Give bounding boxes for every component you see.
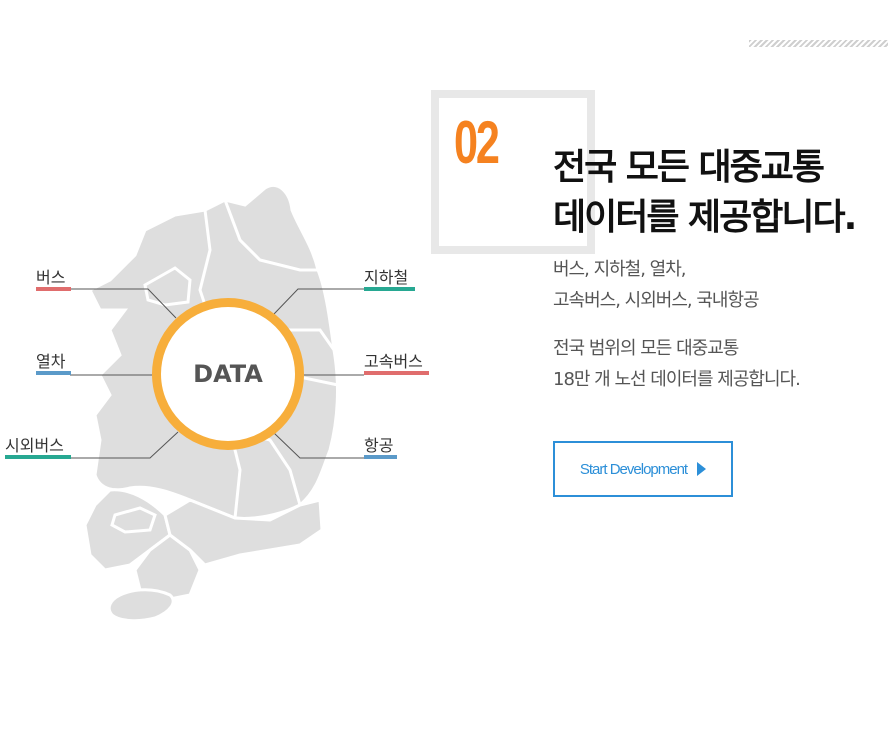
- play-arrow-icon: [697, 462, 707, 476]
- category-subway-bar: [364, 287, 415, 291]
- data-hub-label: DATA: [193, 360, 263, 388]
- category-air-bar: [364, 455, 397, 459]
- description-coverage-line1: 전국 범위의 모든 대중교통: [553, 338, 739, 359]
- section-title: 전국 모든 대중교통 데이터를 제공합니다.: [553, 143, 888, 243]
- category-subway-label: 지하철: [364, 268, 409, 287]
- section-number: 02: [454, 109, 500, 176]
- description-modes-line1: 버스, 지하철, 열차,: [553, 259, 687, 280]
- description-coverage-line2: 18만 개 노선 데이터를 제공합니다.: [553, 369, 801, 390]
- section-description-coverage: 전국 범위의 모든 대중교통 18만 개 노선 데이터를 제공합니다.: [553, 333, 801, 395]
- category-bus-bar: [36, 287, 71, 291]
- category-intercity-bus-bar: [5, 455, 71, 459]
- section-description-modes: 버스, 지하철, 열차, 고속버스, 시외버스, 국내항공: [553, 254, 760, 316]
- section-title-line2: 데이터를 제공합니다.: [553, 197, 857, 238]
- category-bus-label: 버스: [36, 268, 66, 287]
- start-development-button[interactable]: Start Development: [553, 441, 733, 497]
- category-train-bar: [36, 371, 71, 375]
- category-express-bus-label: 고속버스: [364, 352, 423, 371]
- start-development-label: Start Development: [579, 460, 688, 478]
- category-express-bus-bar: [364, 371, 429, 375]
- section-title-line1: 전국 모든 대중교통: [553, 147, 825, 188]
- description-modes-line2: 고속버스, 시외버스, 국내항공: [553, 290, 760, 311]
- category-intercity-bus-label: 시외버스: [5, 436, 64, 455]
- data-hub-circle: DATA: [152, 298, 304, 450]
- category-air-label: 항공: [364, 436, 394, 455]
- category-train-label: 열차: [36, 352, 66, 371]
- decorative-hatch: [749, 40, 888, 47]
